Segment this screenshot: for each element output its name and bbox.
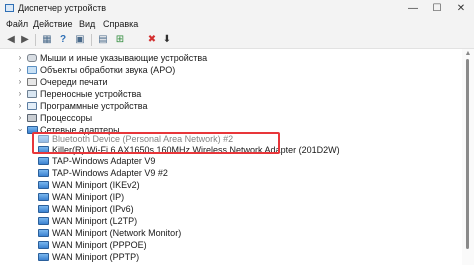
expand-chevron-icon[interactable]: › [16, 100, 24, 112]
back-icon[interactable]: ◀ [4, 33, 18, 47]
maximize-button[interactable]: ☐ [425, 0, 449, 17]
tree-device-row[interactable]: TAP-Windows Adapter V9 #2 [0, 167, 462, 179]
toolbar-separator [35, 34, 36, 46]
mouse-icon [27, 54, 37, 62]
expand-chevron-icon[interactable]: › [16, 76, 24, 88]
expand-chevron-icon[interactable]: › [16, 52, 24, 64]
tree-category-processors[interactable]: › Процессоры [0, 112, 462, 124]
tree-category-mice[interactable]: › Мыши и иные указывающие устройства [0, 52, 462, 64]
network-adapter-icon [38, 229, 49, 237]
minimize-button[interactable]: — [401, 0, 425, 17]
menu-help[interactable]: Справка [103, 19, 138, 29]
properties-icon[interactable]: ▦ [40, 33, 54, 47]
network-adapter-icon [38, 157, 49, 165]
menu-bar: Файл Действие Вид Справка [0, 17, 474, 31]
menu-file[interactable]: Файл [6, 19, 28, 29]
network-adapter-icon [38, 193, 49, 201]
tree-device-row[interactable]: WAN Miniport (IPv6) [0, 203, 462, 215]
tree-device-row[interactable]: WAN Miniport (PPPOE) [0, 239, 462, 251]
software-device-icon [27, 102, 37, 110]
menu-action[interactable]: Действие [33, 19, 73, 29]
network-adapter-icon [38, 205, 49, 213]
help-icon[interactable]: ? [56, 33, 70, 47]
expand-chevron-icon[interactable]: › [16, 112, 24, 124]
device-manager-app-icon [5, 4, 14, 12]
device-label: WAN Miniport (IKEv2) [52, 180, 140, 190]
title-bar: Диспетчер устройств — ☐ ✕ [0, 0, 474, 17]
tree-device-row[interactable]: WAN Miniport (IP) [0, 191, 462, 203]
network-adapter-icon [38, 241, 49, 249]
device-label: WAN Miniport (IP) [52, 192, 125, 202]
close-button[interactable]: ✕ [449, 0, 473, 17]
portable-device-icon [27, 90, 37, 98]
tree-device-row[interactable]: WAN Miniport (IKEv2) [0, 179, 462, 191]
forward-icon[interactable]: ▶ [18, 33, 32, 47]
uninstall-device-icon[interactable]: ✖ [145, 33, 159, 47]
update-driver-icon[interactable]: ⬇ [160, 33, 174, 47]
add-driver-icon[interactable]: ⊞ [113, 33, 127, 47]
scroll-up-arrow-icon[interactable]: ▲ [462, 49, 474, 59]
scan-hardware-icon[interactable]: ▣ [73, 33, 87, 47]
category-label: Переносные устройства [40, 89, 142, 99]
category-label: Программные устройства [40, 101, 148, 111]
toolbar-separator [91, 34, 92, 46]
expand-chevron-icon[interactable]: › [16, 88, 24, 100]
device-label: TAP-Windows Adapter V9 #2 [52, 168, 168, 178]
tree-category-apo[interactable]: › Объекты обработки звука (APO) [0, 64, 462, 76]
category-label: Мыши и иные указывающие устройства [40, 53, 208, 63]
expand-chevron-icon[interactable]: › [16, 64, 24, 76]
tree-device-row[interactable]: WAN Miniport (Network Monitor) [0, 227, 462, 239]
audio-icon [27, 66, 37, 74]
scrollbar-thumb[interactable] [466, 59, 469, 249]
tree-device-row[interactable]: TAP-Windows Adapter V9 [0, 155, 462, 167]
category-label: Процессоры [40, 113, 93, 123]
device-label: WAN Miniport (PPPOE) [52, 240, 147, 250]
network-adapter-icon [38, 181, 49, 189]
tree-category-software[interactable]: › Программные устройства [0, 100, 462, 112]
tree-category-portable[interactable]: › Переносные устройства [0, 88, 462, 100]
device-label: WAN Miniport (Network Monitor) [52, 228, 182, 238]
toolbar: ◀ ▶ ▦ ? ▣ ▤ ⊞ ✖ ⬇ [0, 31, 474, 49]
device-label: WAN Miniport (L2TP) [52, 216, 138, 226]
window-title: Диспетчер устройств [18, 3, 106, 13]
view-icon[interactable]: ▤ [96, 33, 110, 47]
tree-device-row[interactable]: WAN Miniport (L2TP) [0, 215, 462, 227]
processor-icon [27, 114, 37, 122]
device-label: TAP-Windows Adapter V9 [52, 156, 156, 166]
printer-queue-icon [27, 78, 37, 86]
menu-view[interactable]: Вид [79, 19, 95, 29]
vertical-scrollbar[interactable]: ▲ [462, 49, 474, 265]
category-label: Очереди печати [40, 77, 108, 87]
network-adapter-icon [38, 217, 49, 225]
tree-device-row[interactable]: WAN Miniport (PPTP) [0, 251, 462, 263]
tree-category-print-queues[interactable]: › Очереди печати [0, 76, 462, 88]
network-adapter-icon [38, 169, 49, 177]
network-adapter-icon [38, 253, 49, 261]
device-tree: › Мыши и иные указывающие устройства › О… [0, 49, 462, 265]
device-label: WAN Miniport (PPTP) [52, 252, 140, 262]
category-label: Объекты обработки звука (APO) [40, 65, 176, 75]
device-label: WAN Miniport (IPv6) [52, 204, 134, 214]
selection-highlight-frame [32, 132, 280, 154]
